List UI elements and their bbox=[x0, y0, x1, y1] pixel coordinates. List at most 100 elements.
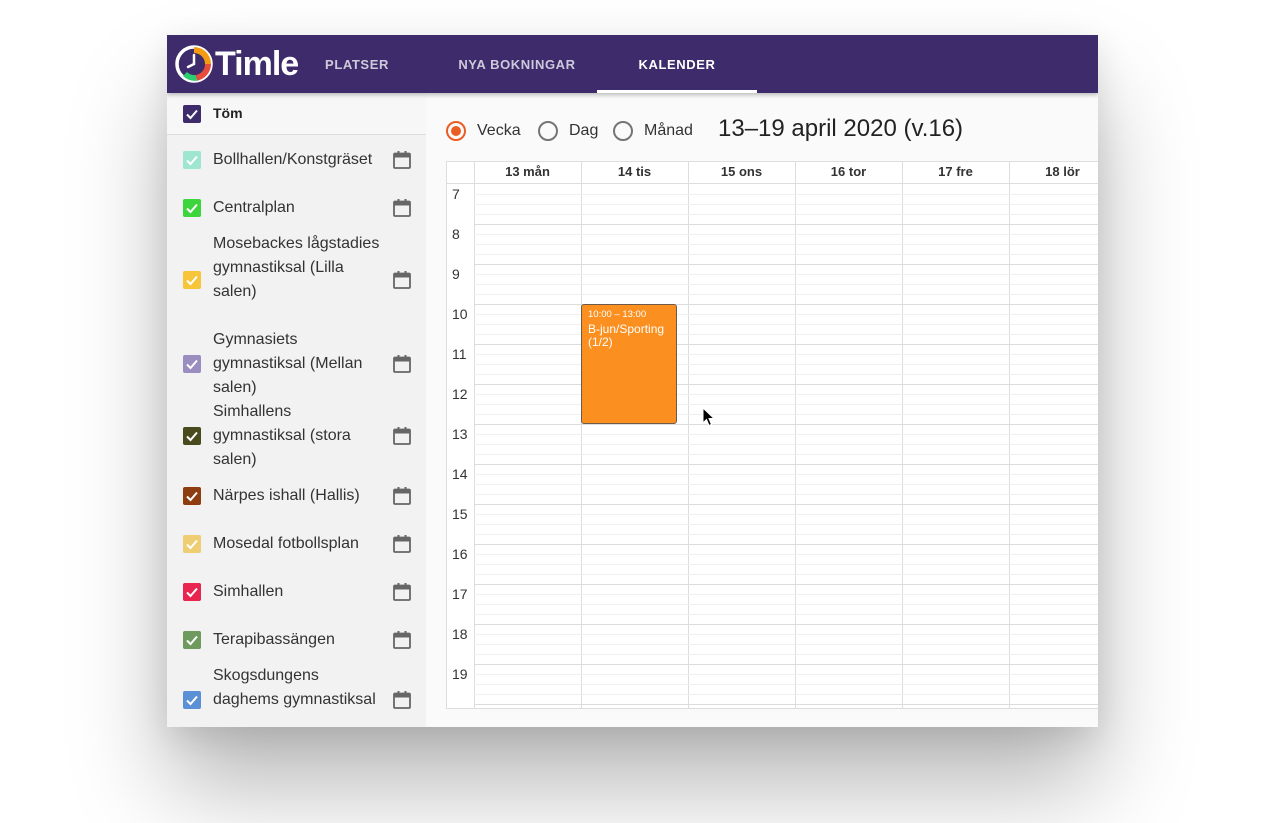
view-option-vecka[interactable]: Vecka bbox=[446, 121, 521, 141]
calendar-icon[interactable] bbox=[392, 426, 412, 446]
hour-line bbox=[474, 664, 1098, 665]
calendar-icon[interactable] bbox=[392, 690, 412, 710]
place-label: Mosebackes lågstadies gymnastiksal (Lill… bbox=[213, 235, 380, 300]
hour-line bbox=[474, 424, 1098, 425]
place-checkbox[interactable] bbox=[183, 427, 201, 445]
place-checkbox[interactable] bbox=[183, 583, 201, 601]
place-label: Simhallens gymnastiksal (stora salen) bbox=[213, 403, 351, 468]
view-option-manad[interactable]: Månad bbox=[613, 121, 693, 141]
place-row: Närpes ishall (Hallis) bbox=[167, 484, 426, 508]
calendar-icon[interactable] bbox=[392, 534, 412, 554]
day-header: 16 tor bbox=[830, 164, 867, 179]
hour-label: 17 bbox=[452, 586, 468, 602]
quarter-line bbox=[474, 254, 1098, 255]
quarter-line bbox=[474, 684, 1098, 685]
quarter-line bbox=[474, 374, 1098, 375]
hour-line bbox=[474, 384, 1098, 385]
hour-line bbox=[474, 704, 1098, 705]
day-header: 13 mån bbox=[505, 164, 550, 179]
header-divider bbox=[447, 183, 1098, 184]
event-time: 10:00 – 13:00 bbox=[588, 309, 647, 320]
tab-nya-bokningar[interactable]: NYA BOKNINGAR bbox=[450, 35, 584, 93]
quarter-line bbox=[474, 334, 1098, 335]
calendar-icon[interactable] bbox=[392, 582, 412, 602]
place-row: Bollhallen/Konstgräset bbox=[167, 148, 426, 172]
place-row: Simhallens gymnastiksal (stora salen) bbox=[167, 400, 426, 472]
quarter-line bbox=[474, 574, 1098, 575]
quarter-line bbox=[474, 474, 1098, 475]
place-row: Mosebackes lågstadies gymnastiksal (Lill… bbox=[167, 232, 426, 328]
place-checkbox[interactable] bbox=[183, 151, 201, 169]
place-checkbox[interactable] bbox=[183, 535, 201, 553]
quarter-line bbox=[474, 244, 1098, 245]
place-checkbox[interactable] bbox=[183, 199, 201, 217]
clock-logo-icon bbox=[175, 45, 213, 83]
quarter-line bbox=[474, 644, 1098, 645]
active-tab-indicator bbox=[597, 90, 757, 93]
clear-all-checkbox[interactable] bbox=[183, 105, 201, 123]
radio-dag[interactable] bbox=[538, 121, 558, 141]
quarter-line bbox=[474, 204, 1098, 205]
place-label: Mosedal fotbollsplan bbox=[213, 535, 359, 552]
hour-line bbox=[474, 304, 1098, 305]
calendar-icon[interactable] bbox=[392, 630, 412, 650]
place-checkbox[interactable] bbox=[183, 631, 201, 649]
quarter-line bbox=[474, 674, 1098, 675]
day-header: 14 tis bbox=[617, 164, 652, 179]
checkmark-icon bbox=[186, 491, 198, 502]
hour-line bbox=[474, 624, 1098, 625]
hour-label: 15 bbox=[452, 506, 468, 522]
hour-label: 10 bbox=[452, 306, 468, 322]
calendar-icon[interactable] bbox=[392, 198, 412, 218]
calendar-icon[interactable] bbox=[392, 270, 412, 290]
quarter-line bbox=[474, 604, 1098, 605]
hour-label: 14 bbox=[452, 466, 468, 482]
timle-logo[interactable]: Timle bbox=[175, 43, 299, 85]
calendar-main: Vecka Dag Månad 13–19 april 2020 (v.16) … bbox=[426, 93, 1098, 727]
view-option-dag[interactable]: Dag bbox=[538, 121, 598, 141]
place-checkbox[interactable] bbox=[183, 487, 201, 505]
calendar-icon[interactable] bbox=[392, 354, 412, 374]
hour-line bbox=[474, 264, 1098, 265]
tab-kalender[interactable]: KALENDER bbox=[597, 35, 757, 93]
quarter-line bbox=[474, 484, 1098, 485]
place-row: Mosedal fotbollsplan bbox=[167, 532, 426, 556]
quarter-line bbox=[474, 404, 1098, 405]
place-row: Skogsdungens daghems gymnastiksal bbox=[167, 664, 426, 727]
calendar-icon[interactable] bbox=[392, 150, 412, 170]
quarter-line bbox=[474, 414, 1098, 415]
quarter-line bbox=[474, 194, 1098, 195]
hour-label: 12 bbox=[452, 386, 468, 402]
place-label: Centralplan bbox=[213, 199, 295, 216]
place-checkbox[interactable] bbox=[183, 691, 201, 709]
hour-label: 16 bbox=[452, 546, 468, 562]
event-title: B-jun/Sporting (1/2) bbox=[588, 322, 665, 349]
place-row: Simhallen bbox=[167, 580, 426, 604]
place-row: Gymnasiets gymnastiksal (Mellan salen) bbox=[167, 328, 426, 400]
week-calendar-grid[interactable]: 13 mån 14 tis 15 ons 16 tor 17 fre 18 lö… bbox=[446, 161, 1098, 709]
quarter-line bbox=[474, 594, 1098, 595]
quarter-line bbox=[474, 284, 1098, 285]
quarter-line bbox=[474, 564, 1098, 565]
radio-vecka[interactable] bbox=[446, 121, 466, 141]
checkmark-icon bbox=[186, 635, 198, 646]
hour-line bbox=[474, 464, 1098, 465]
calendar-icon[interactable] bbox=[392, 486, 412, 506]
radio-manad[interactable] bbox=[613, 121, 633, 141]
place-checkbox[interactable] bbox=[183, 271, 201, 289]
quarter-line bbox=[474, 614, 1098, 615]
place-checkbox[interactable] bbox=[183, 355, 201, 373]
hour-label: 7 bbox=[452, 186, 460, 202]
booking-event[interactable]: 10:00 – 13:00 B-jun/Sporting (1/2) bbox=[581, 304, 677, 424]
tab-platser[interactable]: PLATSER bbox=[317, 35, 397, 93]
checkmark-icon bbox=[186, 109, 198, 120]
quarter-line bbox=[474, 214, 1098, 215]
checkmark-icon bbox=[186, 539, 198, 550]
quarter-line bbox=[474, 274, 1098, 275]
checkmark-icon bbox=[186, 695, 198, 706]
quarter-line bbox=[474, 494, 1098, 495]
quarter-line bbox=[474, 514, 1098, 515]
place-label: Närpes ishall (Hallis) bbox=[213, 487, 360, 504]
quarter-line bbox=[474, 324, 1098, 325]
quarter-line bbox=[474, 534, 1098, 535]
